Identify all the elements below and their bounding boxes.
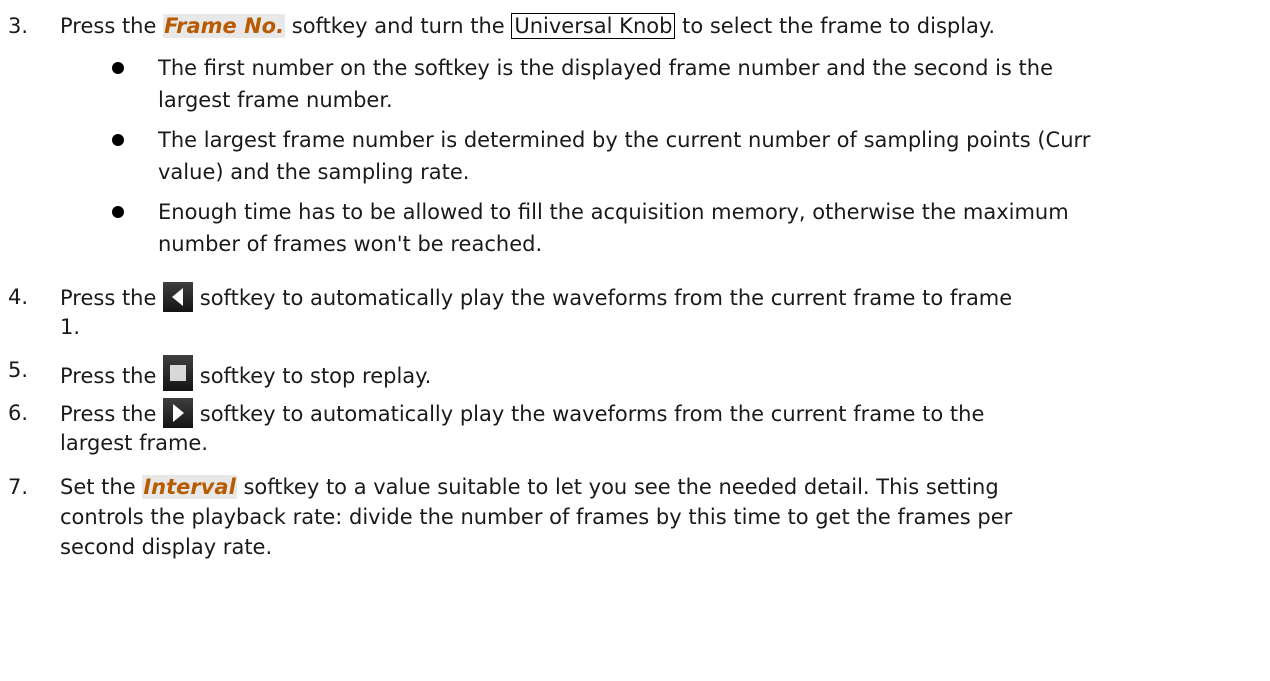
step-text-part: softkey and turn the (285, 14, 512, 38)
step-text-part: Press the (60, 402, 164, 426)
step-number: 4. (8, 285, 29, 309)
step-number: 7. (8, 475, 29, 499)
step-text: Set the Interval softkey to a value suit… (60, 472, 1260, 502)
interval-softkey-label: Interval (142, 475, 237, 499)
step-text-part: to select the frame to display. (675, 14, 996, 38)
step-text-line: largest frame. (60, 431, 209, 455)
step-number: 5. (8, 358, 29, 382)
step-number: 6. (8, 401, 29, 425)
step-text-line: controls the playback rate: divide the n… (60, 505, 1013, 529)
step-text: Press the softkey to automatically play … (60, 398, 1260, 429)
step-text-part: Press the (60, 364, 164, 388)
manual-page: 3. Press the Frame No. softkey and turn … (0, 0, 1270, 681)
step-text-line: 1. (60, 315, 81, 339)
step-text-part: softkey to automatically play the wavefo… (193, 286, 1013, 310)
bullet-dot (112, 62, 124, 74)
stop-icon (163, 355, 194, 391)
step-text: Press the softkey to automatically play … (60, 282, 1260, 313)
step-text-part: Press the (60, 14, 164, 38)
bullet-dot (112, 206, 124, 218)
step-text-part: softkey to automatically play the wavefo… (193, 402, 985, 426)
bullet-text-line: Enough time has to be allowed to fill th… (158, 200, 1069, 224)
step-text-part: Set the (60, 475, 143, 499)
play-forward-icon (163, 398, 194, 428)
bullet-text-line: The first number on the softkey is the d… (158, 56, 1054, 80)
bullet-text-line: The largest frame number is determined b… (158, 128, 1091, 152)
step-number: 3. (8, 14, 29, 38)
step-text-part: Press the (60, 286, 164, 310)
step-text: Press the softkey to stop replay. (60, 355, 1260, 391)
bullet-text-line: largest frame number. (158, 88, 393, 112)
step-text-part: softkey to stop replay. (193, 364, 432, 388)
bullet-dot (112, 134, 124, 146)
step-text-part: softkey to a value suitable to let you s… (236, 475, 999, 499)
bullet-text-line: value) and the sampling rate. (158, 160, 470, 184)
step-text: Press the Frame No. softkey and turn the… (60, 11, 1260, 41)
frame-no-softkey-label: Frame No. (163, 14, 286, 38)
universal-knob-label: Universal Knob (511, 13, 676, 39)
bullet-text-line: number of frames won't be reached. (158, 232, 543, 256)
step-text-line: second display rate. (60, 535, 273, 559)
play-backward-icon (163, 282, 194, 312)
